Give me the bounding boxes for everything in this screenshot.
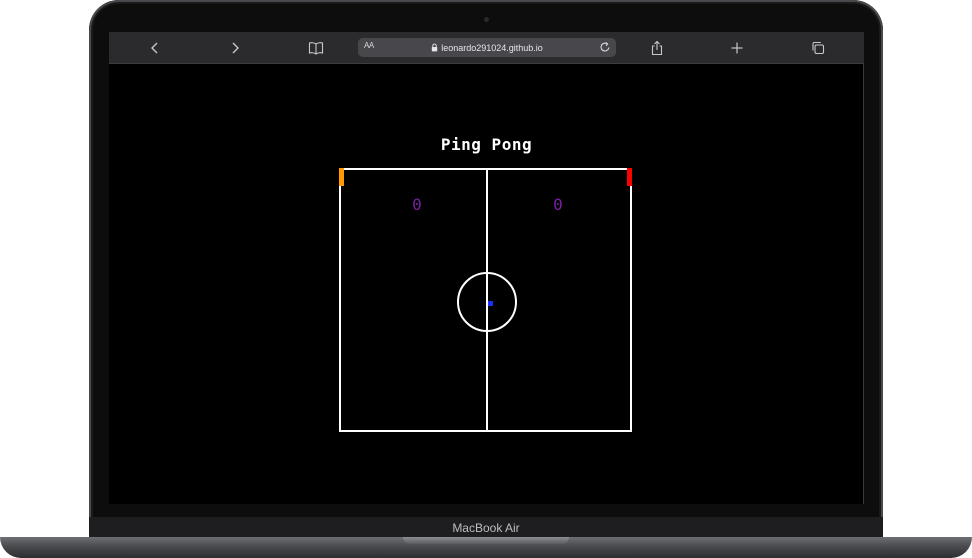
score-right: 0 (553, 195, 563, 214)
share-icon (651, 40, 663, 56)
new-tab-button[interactable] (727, 38, 747, 58)
tabs-overview-button[interactable] (808, 38, 828, 58)
paddle-left[interactable] (339, 168, 344, 186)
ball (488, 301, 493, 306)
back-button[interactable] (145, 38, 165, 58)
game-court[interactable]: 0 0 (339, 168, 632, 432)
reload-icon (600, 41, 610, 52)
tabs-icon (812, 41, 825, 55)
url-display: leonardo291024.github.io (358, 38, 616, 57)
plus-icon (731, 42, 743, 54)
laptop-opening-notch (403, 537, 569, 544)
device-model-label: MacBook Air (452, 521, 520, 535)
reload-button[interactable] (598, 40, 612, 54)
screen-edge (863, 64, 864, 504)
book-icon (308, 42, 324, 55)
share-button[interactable] (647, 38, 667, 58)
score-left: 0 (412, 195, 422, 214)
url-text: leonardo291024.github.io (441, 42, 543, 53)
center-circle (457, 272, 517, 332)
address-bar[interactable]: AA leonardo291024.github.io (358, 38, 616, 57)
chevron-left-icon (151, 42, 158, 54)
paddle-right[interactable] (627, 168, 632, 186)
bookmarks-button[interactable] (306, 38, 326, 58)
browser-window: AA leonardo291024.github.io Ping Pong 0 … (109, 32, 864, 504)
chevron-right-icon (232, 42, 239, 54)
lock-icon (432, 43, 438, 52)
page-title: Ping Pong (440, 135, 533, 154)
forward-button[interactable] (225, 38, 245, 58)
screenshot-stage: AA leonardo291024.github.io Ping Pong 0 … (0, 0, 972, 558)
camera-icon (484, 17, 489, 22)
browser-toolbar: AA leonardo291024.github.io (109, 32, 864, 64)
